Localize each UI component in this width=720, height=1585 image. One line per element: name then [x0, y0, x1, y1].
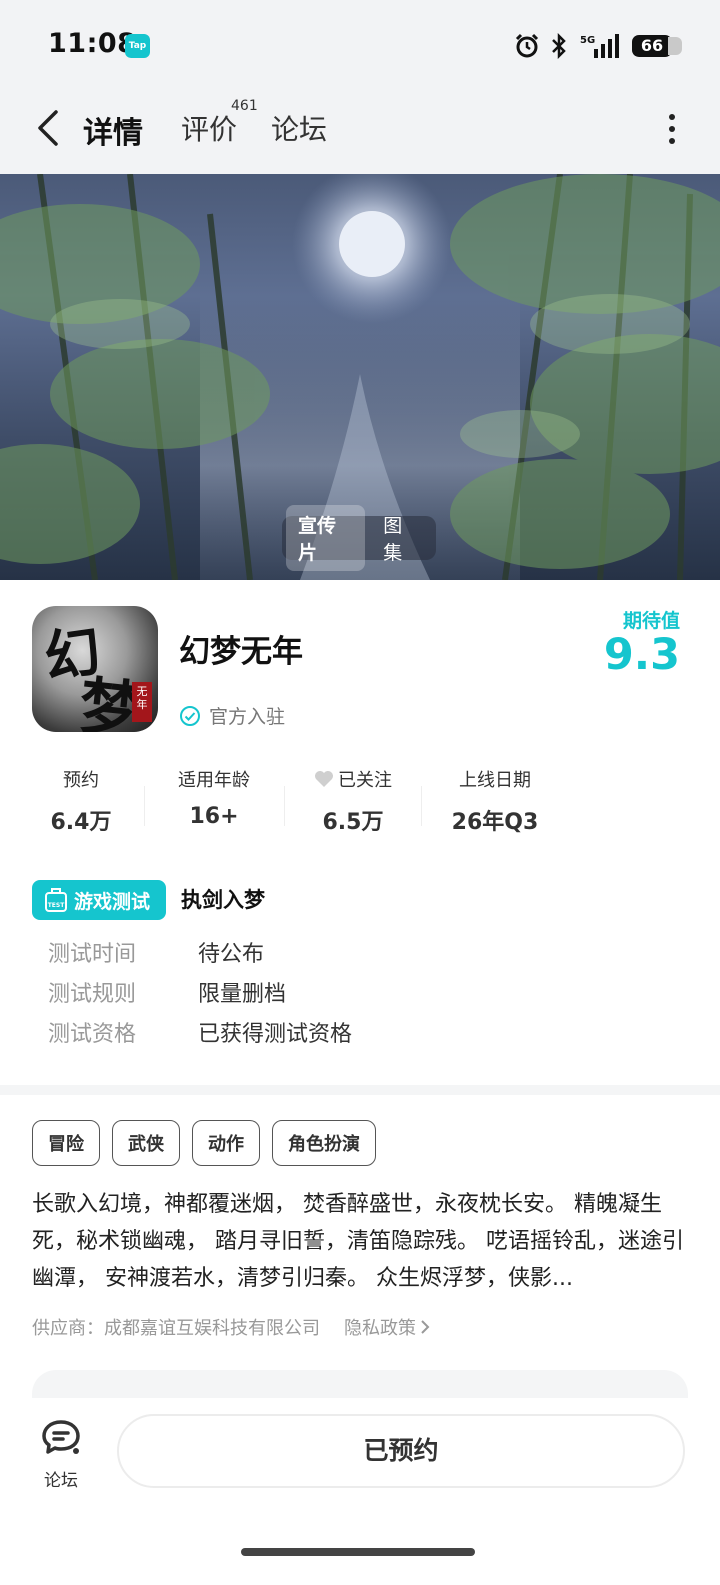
tab-review[interactable]: 评价 461 — [181, 98, 258, 148]
test-row-eligibility: 测试资格 已获得测试资格 — [48, 1016, 352, 1048]
expect-label: 期待值 — [622, 610, 680, 632]
bottom-action-bar: 论坛 已预约 — [0, 1398, 720, 1585]
test-icon-label: TEST — [48, 902, 66, 909]
stat-value: 6.5万 — [322, 810, 384, 835]
section-divider — [0, 1085, 720, 1095]
stat-divider — [144, 786, 145, 826]
stat-value: 16+ — [189, 804, 239, 829]
game-test-badge: TEST 游戏测试 — [32, 880, 166, 920]
stat-followers[interactable]: 已关注 6.5万 — [306, 766, 400, 836]
genre-tags: 冒险 武侠 动作 角色扮演 — [32, 1120, 376, 1166]
test-row-key: 测试资格 — [48, 1022, 137, 1047]
stat-label: 预约 — [63, 770, 99, 791]
alarm-icon — [515, 33, 539, 58]
official-label: 官方入驻 — [209, 706, 286, 728]
game-stats: 预约 6.4万 适用年龄 16+ 已关注 6.5万 上线日期 26年Q3 — [0, 766, 720, 846]
battery-indicator: 66 — [632, 35, 682, 57]
tag-adventure[interactable]: 冒险 — [32, 1120, 100, 1166]
back-arrow-icon[interactable] — [30, 106, 70, 150]
privacy-policy-link[interactable]: 隐私政策 — [344, 1314, 430, 1340]
official-badge: 官方入驻 — [179, 702, 285, 729]
game-icon-seal: 无年 — [132, 682, 152, 722]
game-icon: 幻 梦 无年 — [32, 606, 158, 732]
more-options-icon[interactable] — [662, 112, 682, 146]
stat-divider — [284, 786, 285, 826]
tag-wuxia[interactable]: 武侠 — [112, 1120, 180, 1166]
tag-action[interactable]: 动作 — [192, 1120, 260, 1166]
game-description[interactable]: 长歌入幻境，神都覆迷烟， 焚香醉盛世，永夜枕长安。 精魄凝生死，秘术锁幽魂， 踏… — [32, 1186, 692, 1297]
status-icons: 5G 66 — [514, 30, 682, 62]
stat-release-date: 上线日期 26年Q3 — [448, 766, 542, 836]
stat-label-row: 已关注 — [306, 766, 400, 792]
nav-bar: 详情 评价 461 论坛 — [0, 90, 720, 174]
supplier-row: 供应商：成都嘉谊互娱科技有限公司 隐私政策 — [32, 1314, 430, 1340]
tag-rpg[interactable]: 角色扮演 — [272, 1120, 376, 1166]
signal-icon: 5G — [580, 34, 619, 58]
bluetooth-icon — [552, 33, 566, 59]
stat-divider — [421, 786, 422, 826]
stat-age-rating: 适用年龄 16+ — [170, 766, 258, 829]
test-row-value: 限量删档 — [198, 982, 287, 1007]
tab-promo-video[interactable]: 宣传片 — [286, 505, 366, 571]
media-toggle: 宣传片 图集 — [282, 505, 436, 571]
game-title: 幻梦无年 — [179, 634, 303, 670]
tab-detail-label: 详情 — [83, 116, 143, 151]
network-label: 5G — [580, 35, 595, 46]
verified-check-icon — [180, 705, 200, 726]
home-indicator[interactable] — [241, 1548, 475, 1556]
reserved-button[interactable]: 已预约 — [117, 1414, 685, 1488]
chevron-right-icon — [421, 1320, 430, 1334]
heart-icon — [315, 771, 333, 787]
tab-forum[interactable]: 论坛 — [271, 108, 327, 148]
forum-button[interactable]: 论坛 — [36, 1418, 86, 1491]
game-test-label: 游戏测试 — [74, 890, 151, 913]
tap-app-icon: Tap — [125, 34, 150, 58]
stat-value: 26年Q3 — [451, 810, 539, 835]
test-row-time: 测试时间 待公布 — [48, 936, 264, 968]
status-time: 11:08 — [48, 28, 137, 59]
supplier-text: 供应商：成都嘉谊互娱科技有限公司 — [32, 1318, 320, 1339]
tab-review-label: 评价 — [181, 113, 238, 146]
stat-reservations: 预约 6.4万 — [42, 766, 120, 836]
test-row-rules: 测试规则 限量删档 — [48, 976, 286, 1008]
test-row-key: 测试时间 — [48, 942, 137, 967]
test-row-key: 测试规则 — [48, 982, 137, 1007]
stat-label: 上线日期 — [459, 770, 531, 791]
tab-gallery[interactable]: 图集 — [371, 505, 432, 571]
test-icon: TEST — [45, 888, 67, 912]
test-row-value: 已获得测试资格 — [198, 1022, 353, 1047]
expect-score: 9.3 — [603, 630, 680, 680]
privacy-policy-label: 隐私政策 — [344, 1318, 416, 1339]
stat-value: 6.4万 — [50, 810, 112, 835]
review-count-badge: 461 — [231, 98, 258, 114]
stat-label: 已关注 — [338, 770, 392, 791]
tab-forum-label: 论坛 — [271, 113, 328, 146]
stat-label: 适用年龄 — [178, 770, 250, 791]
test-row-value: 待公布 — [198, 942, 265, 967]
status-bar: 11:08 Tap 5G 66 — [0, 0, 720, 90]
forum-button-label: 论坛 — [44, 1471, 78, 1491]
forum-chat-icon — [42, 1420, 80, 1454]
test-name: 执剑入梦 — [181, 888, 265, 912]
tab-detail[interactable]: 详情 — [80, 108, 146, 154]
